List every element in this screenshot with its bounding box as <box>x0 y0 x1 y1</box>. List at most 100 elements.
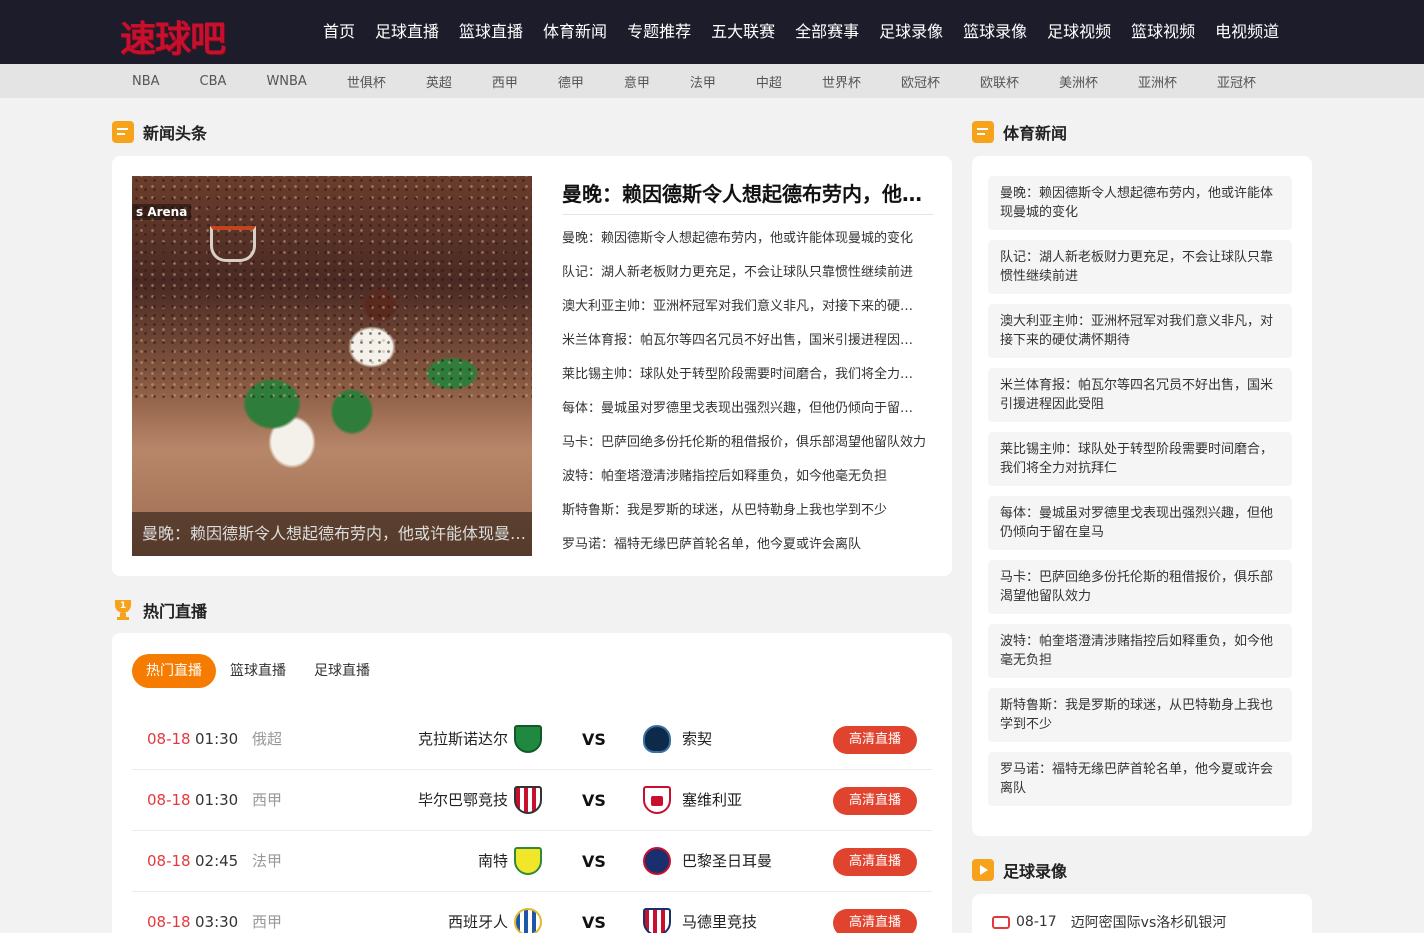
headlines-title: 新闻头条 <box>143 124 208 143</box>
top-headline[interactable]: 曼晚：赖因德斯令人想起德布劳内，他或许能体现曼城的变化 <box>562 178 934 207</box>
list-item[interactable]: 澳大利亚主帅：亚洲杯冠军对我们意义非凡，对接下来的硬仗满怀期待 <box>562 296 926 330</box>
list-item[interactable]: 曼晚：赖因德斯令人想起德布劳内，他或许能体现曼城的变化 <box>988 176 1292 230</box>
home-team[interactable]: 毕尔巴鄂竞技 <box>418 770 508 831</box>
espanyol-logo-icon <box>514 908 542 933</box>
league-afc-cl[interactable]: 亚冠杯 <box>1197 72 1276 91</box>
nav-football-replays[interactable]: 足球录像 <box>869 0 953 64</box>
home-team[interactable]: 克拉斯诺达尔 <box>418 709 508 770</box>
live-title: 热门直播 <box>143 602 208 621</box>
away-team[interactable]: 索契 <box>682 709 712 770</box>
league-csl[interactable]: 中超 <box>736 72 802 91</box>
sports-news-title: 体育新闻 <box>1003 124 1068 143</box>
list-item[interactable]: 马卡：巴萨回绝多份托伦斯的租借报价，俱乐部渴望他留队效力 <box>562 432 926 466</box>
list-item[interactable]: 波特：帕奎塔澄清涉赌指控后如释重负，如今他毫无负担 <box>562 466 926 500</box>
football-video-heading: 足球录像 <box>972 858 1067 882</box>
list-item[interactable]: 08-17 迈阿密国际vs洛杉矶银河 <box>992 912 1226 932</box>
hero-caption[interactable]: 曼晚：赖因德斯令人想起德布劳内，他或许能体现曼城的变化 <box>132 512 532 556</box>
league-cba[interactable]: CBA <box>180 74 247 89</box>
live-heading: 1 热门直播 <box>112 598 207 622</box>
away-team[interactable]: 巴黎圣日耳曼 <box>682 831 772 892</box>
league-uel[interactable]: 欧联杯 <box>960 72 1039 91</box>
league-ligue-1[interactable]: 法甲 <box>670 72 736 91</box>
home-team[interactable]: 西班牙人 <box>448 892 508 933</box>
league-nav: NBA CBA WNBA 世俱杯 英超 西甲 德甲 意甲 法甲 中超 世界杯 欧… <box>0 64 1424 98</box>
list-item[interactable]: 斯特鲁斯：我是罗斯的球迷，从巴特勒身上我也学到不少 <box>988 688 1292 742</box>
table-row: 08-18 03:30 西甲 西班牙人 VS 马德里竞技 高清直播 <box>132 892 932 933</box>
league-asian-cup[interactable]: 亚洲杯 <box>1118 72 1197 91</box>
nav-football-live[interactable]: 足球直播 <box>365 0 449 64</box>
list-item[interactable]: 每体：曼城虽对罗德里戈表现出强烈兴趣，但他仍倾向于留在皇马 <box>562 398 926 432</box>
nav-tv-channels[interactable]: 电视频道 <box>1205 0 1289 64</box>
away-team[interactable]: 塞维利亚 <box>682 770 742 831</box>
league-serie-a[interactable]: 意甲 <box>604 72 670 91</box>
vs-label: VS <box>582 730 606 749</box>
match-league[interactable]: 法甲 <box>252 831 282 892</box>
nav-football-videos[interactable]: 足球视频 <box>1037 0 1121 64</box>
hd-live-button[interactable]: 高清直播 <box>833 726 917 754</box>
hd-live-button[interactable]: 高清直播 <box>833 787 917 815</box>
video-title[interactable]: 迈阿密国际vs洛杉矶银河 <box>1071 912 1227 932</box>
camera-icon <box>992 915 1010 929</box>
away-team[interactable]: 马德里竞技 <box>682 892 757 933</box>
tab-basketball-live[interactable]: 篮球直播 <box>216 654 300 688</box>
list-item[interactable]: 莱比锡主帅：球队处于转型阶段需要时间磨合，我们将全力对抗拜仁 <box>562 364 926 398</box>
league-world-cup[interactable]: 世界杯 <box>802 72 881 91</box>
sevilla-logo-icon <box>643 786 671 814</box>
nav-all-events[interactable]: 全部赛事 <box>785 0 869 64</box>
hd-live-button[interactable]: 高清直播 <box>833 848 917 876</box>
list-item[interactable]: 曼晚：赖因德斯令人想起德布劳内，他或许能体现曼城的变化 <box>562 228 926 262</box>
list-item[interactable]: 罗马诺：福特无缘巴萨首轮名单，他今夏或许会离队 <box>988 752 1292 806</box>
nav-sports-news[interactable]: 体育新闻 <box>533 0 617 64</box>
atletico-logo-icon <box>643 908 671 933</box>
list-item[interactable]: 米兰体育报：帕瓦尔等四名冗员不好出售，国米引援进程因此受阻 <box>562 330 926 364</box>
league-epl[interactable]: 英超 <box>406 72 472 91</box>
match-league[interactable]: 西甲 <box>252 770 282 831</box>
league-club-world-cup[interactable]: 世俱杯 <box>327 72 406 91</box>
match-league[interactable]: 西甲 <box>252 892 282 933</box>
list-item[interactable]: 每体：曼城虽对罗德里戈表现出强烈兴趣，但他仍倾向于留在皇马 <box>988 496 1292 550</box>
match-time: 03:30 <box>195 913 239 931</box>
bilbao-logo-icon <box>514 786 542 814</box>
list-item[interactable]: 澳大利亚主帅：亚洲杯冠军对我们意义非凡，对接下来的硬仗满怀期待 <box>988 304 1292 358</box>
site-logo[interactable]: 速球吧 <box>120 10 226 62</box>
arena-sign: s Arena <box>132 204 192 220</box>
headline-news-list: 曼晚：赖因德斯令人想起德布劳内，他或许能体现曼城的变化 队记：湖人新老板财力更充… <box>562 228 926 568</box>
list-item[interactable]: 波特：帕奎塔澄清涉赌指控后如释重负，如今他毫无负担 <box>988 624 1292 678</box>
tab-football-live[interactable]: 足球直播 <box>300 654 384 688</box>
nav-featured[interactable]: 专题推荐 <box>617 0 701 64</box>
table-row: 08-18 01:30 俄超 克拉斯诺达尔 VS 索契 高清直播 <box>132 709 932 770</box>
home-team[interactable]: 南特 <box>478 831 508 892</box>
tab-hot-live[interactable]: 热门直播 <box>132 654 216 688</box>
league-wnba[interactable]: WNBA <box>246 74 326 89</box>
match-date: 08-18 <box>147 730 191 748</box>
nav-basketball-videos[interactable]: 篮球视频 <box>1121 0 1205 64</box>
hero-image[interactable]: s Arena 曼晚：赖因德斯令人想起德布劳内，他或许能体现曼城的变化 <box>132 176 532 556</box>
top-bar: 速球吧 首页 足球直播 篮球直播 体育新闻 专题推荐 五大联赛 全部赛事 足球录… <box>0 0 1424 64</box>
hd-live-button[interactable]: 高清直播 <box>833 909 917 933</box>
list-item[interactable]: 斯特鲁斯：我是罗斯的球迷，从巴特勒身上我也学到不少 <box>562 500 926 534</box>
list-item[interactable]: 莱比锡主帅：球队处于转型阶段需要时间磨合，我们将全力对抗拜仁 <box>988 432 1292 486</box>
psg-logo-icon <box>643 847 671 875</box>
list-item[interactable]: 马卡：巴萨回绝多份托伦斯的租借报价，俱乐部渴望他留队效力 <box>988 560 1292 614</box>
list-item[interactable]: 罗马诺：福特无缘巴萨首轮名单，他今夏或许会离队 <box>562 534 926 568</box>
league-copa-america[interactable]: 美洲杯 <box>1039 72 1118 91</box>
league-nba[interactable]: NBA <box>112 74 180 89</box>
nav-home[interactable]: 首页 <box>313 0 365 64</box>
vs-label: VS <box>582 791 606 810</box>
nav-basketball-replays[interactable]: 篮球录像 <box>953 0 1037 64</box>
nav-top-five-leagues[interactable]: 五大联赛 <box>701 0 785 64</box>
list-item[interactable]: 队记：湖人新老板财力更充足，不会让球队只靠惯性继续前进 <box>562 262 926 296</box>
match-league[interactable]: 俄超 <box>252 709 282 770</box>
league-ucl[interactable]: 欧冠杯 <box>881 72 960 91</box>
vs-label: VS <box>582 852 606 871</box>
hoop-shape <box>210 226 256 262</box>
list-item[interactable]: 米兰体育报：帕瓦尔等四名冗员不好出售，国米引援进程因此受阻 <box>988 368 1292 422</box>
league-bundesliga[interactable]: 德甲 <box>538 72 604 91</box>
league-laliga[interactable]: 西甲 <box>472 72 538 91</box>
match-time: 02:45 <box>195 852 239 870</box>
list-item[interactable]: 队记：湖人新老板财力更充足，不会让球队只靠惯性继续前进 <box>988 240 1292 294</box>
crowd-texture <box>132 176 532 404</box>
nav-basketball-live[interactable]: 篮球直播 <box>449 0 533 64</box>
match-time: 01:30 <box>195 791 239 809</box>
main-nav: 首页 足球直播 篮球直播 体育新闻 专题推荐 五大联赛 全部赛事 足球录像 篮球… <box>313 0 1289 64</box>
